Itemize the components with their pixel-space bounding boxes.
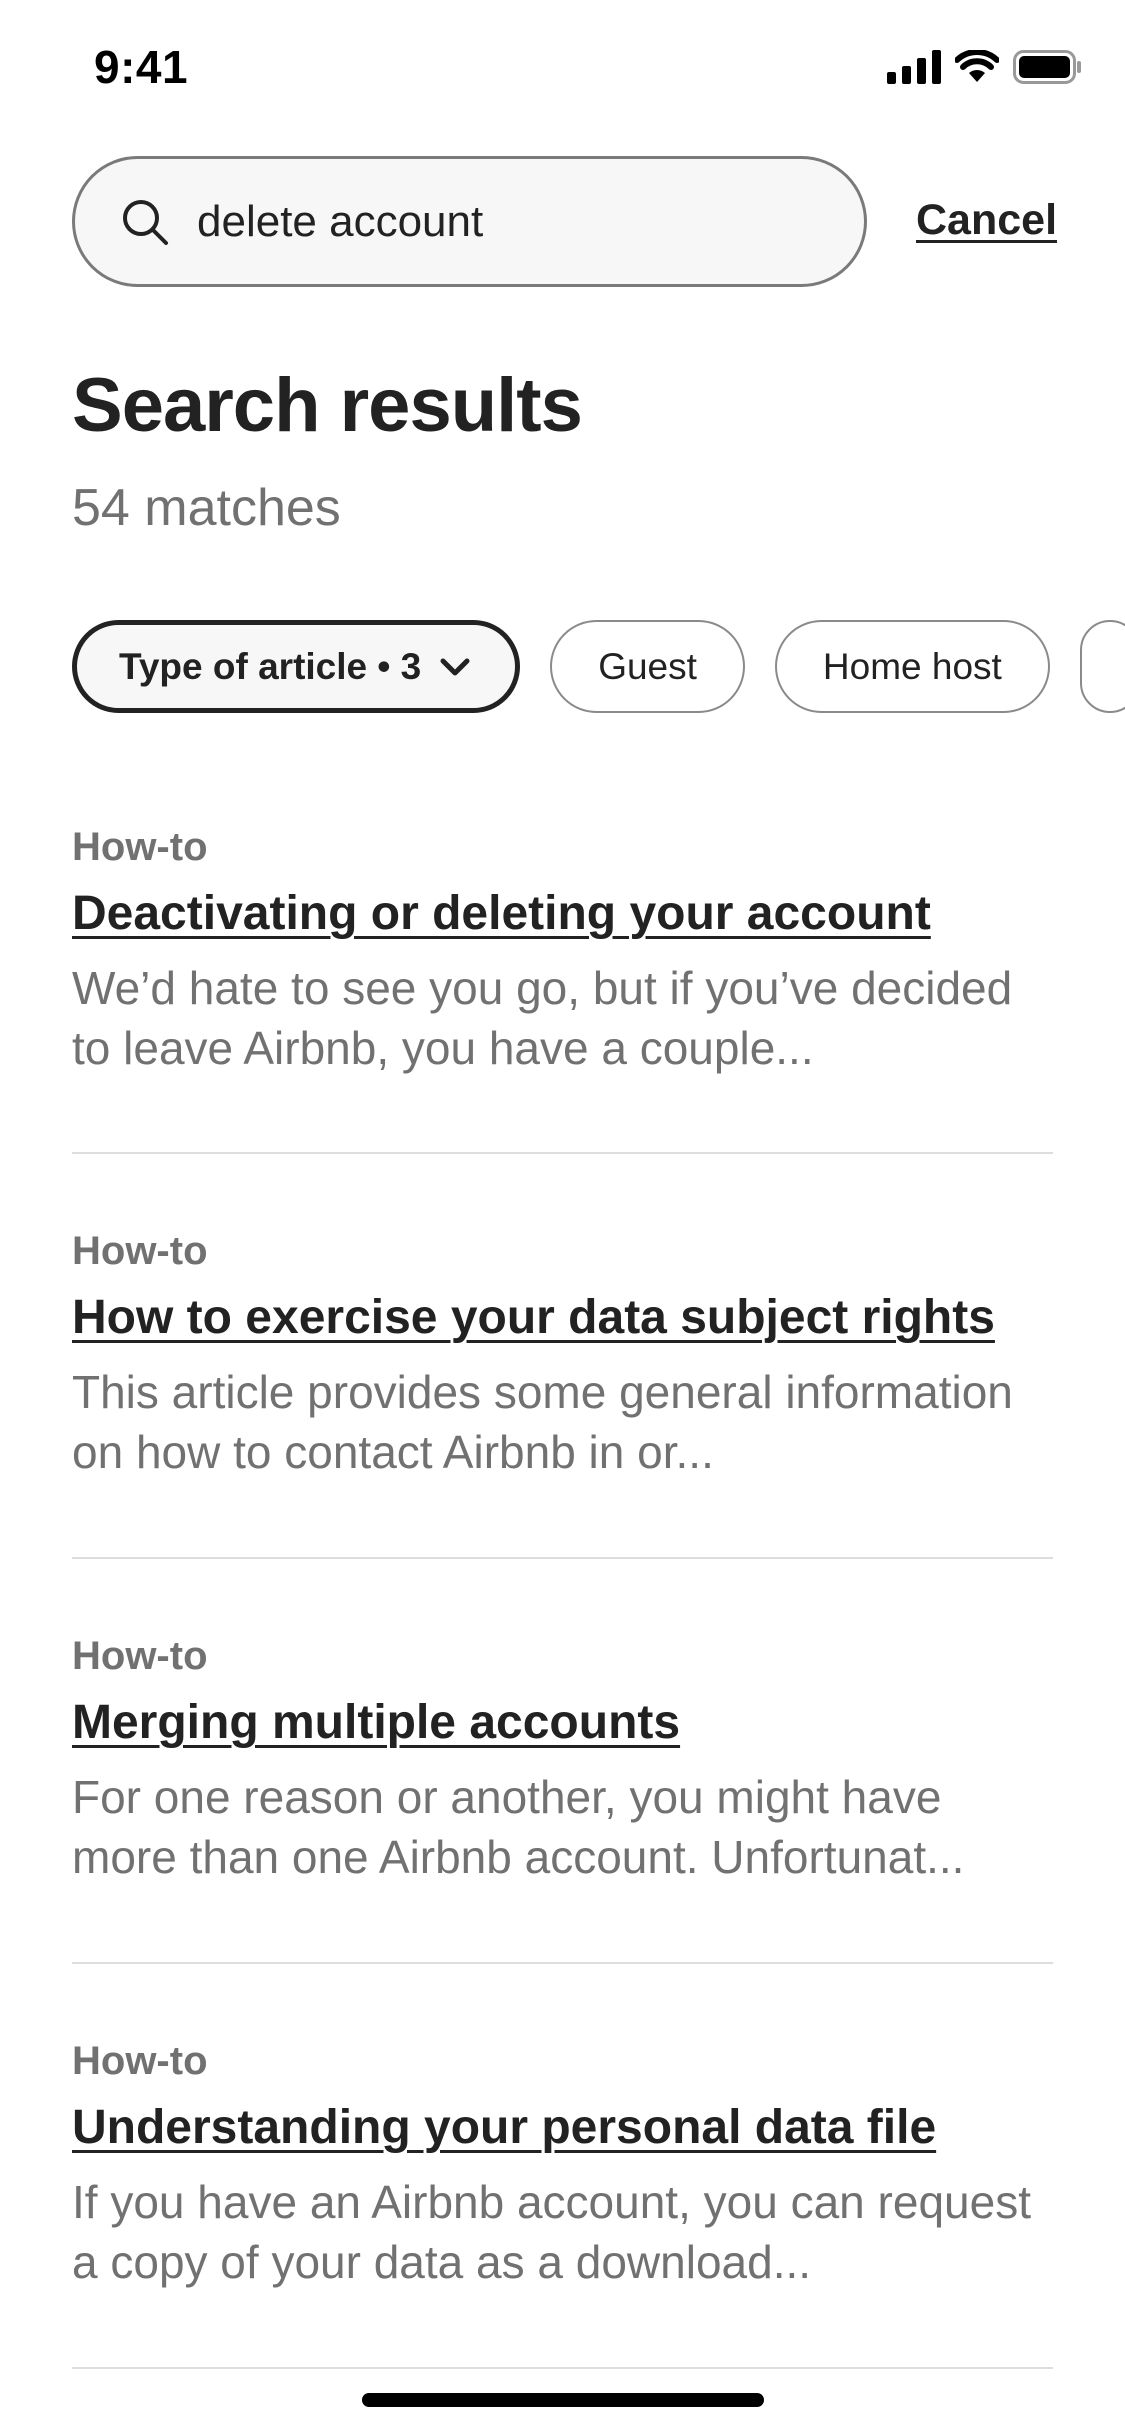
filter-home-host[interactable]: Home host [774,620,1050,713]
result-title-link[interactable]: Deactivating or deleting your account [72,886,931,941]
result-item[interactable]: How-to Deactivating or deleting your acc… [72,800,1053,1154]
search-input[interactable]: delete account [72,156,867,287]
battery-icon [1013,50,1081,84]
result-snippet: We’d hate to see you go, but if you’ve d… [72,962,1013,1074]
page-title: Search results [72,363,583,448]
result-item[interactable]: How-to Understanding your personal data … [72,1964,1053,2369]
result-type: How-to [72,2039,208,2083]
result-snippet: For one reason or another, you might hav… [72,1771,965,1883]
search-query[interactable]: delete account [197,197,483,247]
search-icon [123,199,168,245]
chip-label: Guest [598,645,697,687]
chip-label: Home host [822,645,1002,687]
result-title-link[interactable]: How to exercise your data subject rights [72,1290,995,1345]
result-title-link[interactable]: Understanding your personal data file [72,2100,936,2155]
filter-type-of-article[interactable]: Type of article • 3 [72,620,521,713]
status-time: 9:41 [94,41,189,93]
result-snippet: This article provides some general infor… [72,1366,1013,1478]
cancel-button[interactable]: Cancel [916,196,1057,245]
match-count: 54 matches [72,479,341,537]
result-title-link[interactable]: Merging multiple accounts [72,1695,680,1750]
result-type: How-to [72,1229,208,1273]
signal-icon [887,50,941,84]
result-item[interactable]: How-to Merging multiple accounts For one… [72,1559,1053,1964]
chevron-down-icon [440,658,470,675]
chip-label: Type of article • 3 [119,645,422,687]
filter-guest[interactable]: Guest [550,620,745,713]
wifi-icon [955,50,999,82]
home-indicator[interactable] [362,2393,764,2407]
status-icons [887,50,1083,84]
result-item[interactable]: How-to How to exercise your data subject… [72,1154,1053,1559]
result-snippet: If you have an Airbnb account, you can r… [72,2176,1031,2288]
status-bar: 9:41 [0,0,1125,140]
results-list: How-to Deactivating or deleting your acc… [72,800,1053,2369]
filter-more[interactable] [1079,620,1125,713]
filter-chips: Type of article • 3 Guest Home host [72,620,1125,713]
result-type: How-to [72,825,208,869]
result-type: How-to [72,1634,208,1678]
